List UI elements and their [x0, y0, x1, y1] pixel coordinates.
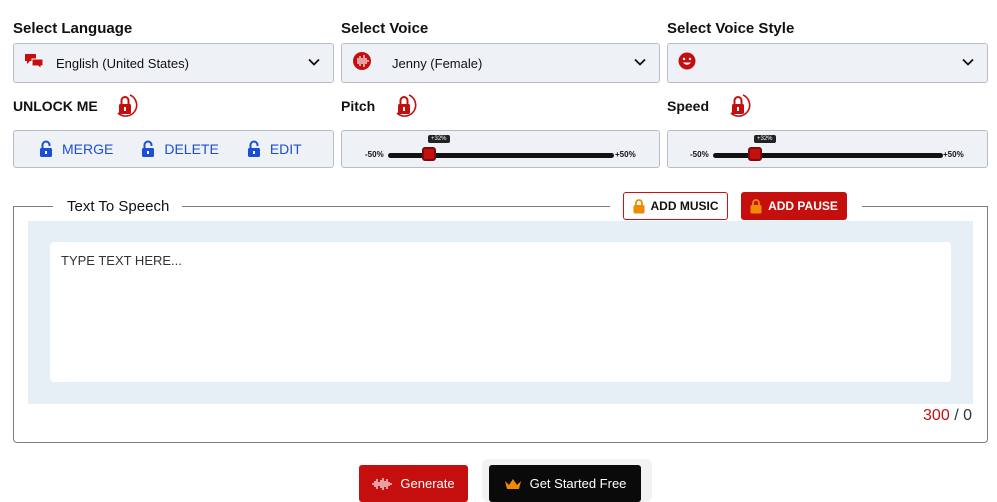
add-music-label: ADD MUSIC — [650, 199, 719, 213]
speed-tooltip: +32% — [754, 135, 776, 143]
frame-edge — [13, 206, 53, 207]
merge-label: MERGE — [62, 141, 114, 157]
lock-icon[interactable] — [393, 93, 419, 119]
add-pause-label: ADD PAUSE — [768, 199, 838, 213]
speed-max: +50% — [943, 150, 964, 159]
voice-style-label: Select Voice Style — [667, 20, 795, 37]
get-started-label: Get Started Free — [529, 476, 627, 491]
lock-icon — [633, 198, 644, 213]
unlocked-lock-icon — [40, 140, 52, 157]
voice-waveform-icon — [352, 51, 372, 76]
generate-button[interactable]: Generate — [359, 465, 468, 502]
tts-title: Text To Speech — [57, 198, 180, 215]
char-max: 300 — [923, 407, 950, 424]
unlock-actions: MERGE DELETE EDIT — [13, 130, 334, 168]
pitch-max: +50% — [615, 150, 636, 159]
unlocked-lock-icon — [247, 140, 260, 157]
text-input[interactable]: TYPE TEXT HERE... — [50, 242, 951, 382]
char-separator: / — [954, 407, 959, 424]
frame-edge — [987, 206, 988, 216]
pitch-label: Pitch — [341, 98, 376, 114]
voice-style-select[interactable] — [667, 43, 988, 83]
get-started-button[interactable]: Get Started Free — [489, 465, 641, 502]
tts-app: Select Language English (United States) … — [0, 0, 997, 502]
add-pause-button[interactable]: ADD PAUSE — [741, 192, 847, 220]
pitch-tooltip: +32% — [428, 135, 450, 143]
edit-button[interactable]: EDIT — [247, 140, 302, 158]
lock-icon[interactable] — [727, 93, 753, 119]
pitch-slider-thumb[interactable] — [422, 147, 436, 161]
lock-icon[interactable] — [114, 93, 140, 119]
generate-label: Generate — [400, 476, 455, 491]
pitch-min: -50% — [365, 150, 384, 159]
chevron-down-icon — [962, 58, 974, 66]
speed-label: Speed — [667, 98, 710, 114]
speed-min: -50% — [690, 150, 709, 159]
language-label: Select Language — [13, 20, 133, 37]
voice-value: Jenny (Female) — [392, 55, 483, 71]
language-value: English (United States) — [56, 55, 189, 71]
smiley-icon — [678, 52, 696, 75]
text-input-placeholder: TYPE TEXT HERE... — [61, 253, 182, 268]
waveform-icon — [372, 477, 392, 490]
voice-select[interactable]: Jenny (Female) — [341, 43, 660, 83]
unlocked-lock-icon — [142, 140, 155, 157]
frame-edge — [13, 206, 14, 216]
unlock-label: UNLOCK ME — [13, 98, 98, 114]
delete-button[interactable]: DELETE — [141, 140, 219, 158]
chevron-down-icon — [634, 58, 646, 66]
language-select[interactable]: English (United States) — [13, 43, 334, 83]
pitch-slider-box: -50% +32% +50% — [341, 130, 660, 168]
char-count: 0 — [963, 407, 972, 424]
edit-label: EDIT — [269, 141, 302, 157]
lock-icon — [750, 198, 762, 213]
crown-icon — [504, 478, 521, 489]
merge-button[interactable]: MERGE — [39, 140, 113, 158]
frame-edge — [182, 206, 610, 207]
frame-edge — [862, 206, 988, 207]
speed-slider-box: -50% +32% +50% — [667, 130, 988, 168]
chevron-down-icon — [308, 58, 320, 66]
char-counter: 300 / 0 — [923, 407, 972, 425]
delete-label: DELETE — [164, 141, 219, 157]
voice-label: Select Voice — [341, 20, 429, 37]
chat-bubbles-icon — [24, 52, 44, 75]
add-music-button[interactable]: ADD MUSIC — [623, 192, 728, 220]
speed-slider-thumb[interactable] — [748, 147, 762, 161]
